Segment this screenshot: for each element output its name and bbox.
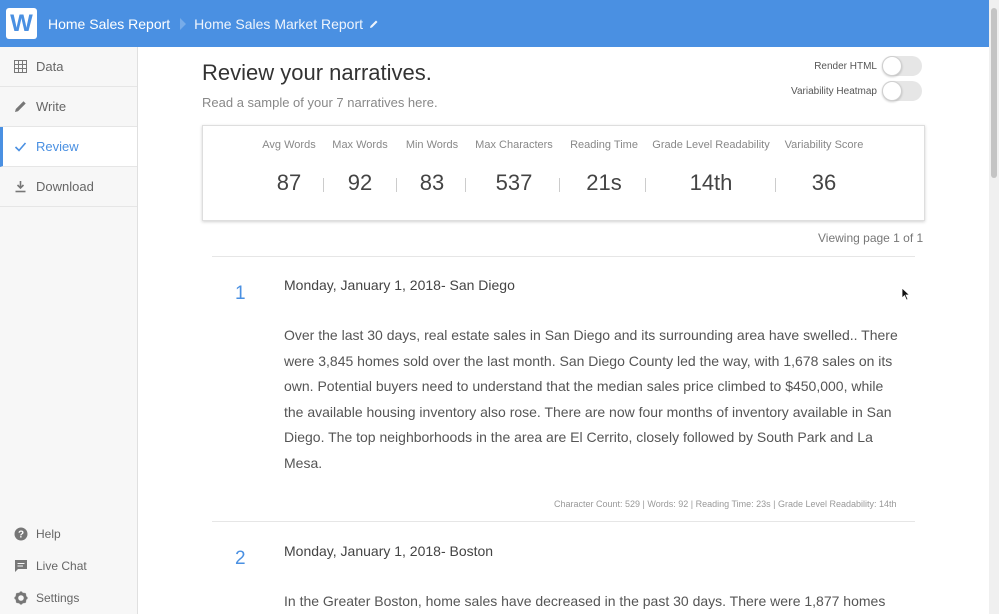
scrollbar-thumb[interactable] <box>991 8 997 178</box>
sidebar-item-data[interactable]: Data <box>0 47 137 87</box>
sidebar-item-review[interactable]: Review <box>0 127 137 167</box>
chat-icon <box>14 559 28 573</box>
narrative-title: Monday, January 1, 2018- Boston <box>284 543 494 559</box>
sidebar-item-label: Download <box>36 179 94 194</box>
sidebar-item-download[interactable]: Download <box>0 167 137 207</box>
grid-icon <box>13 60 27 74</box>
sidebar-item-label: Settings <box>36 591 80 605</box>
sidebar-bottom: ? Help Live Chat Settings <box>0 518 137 614</box>
render-html-label: Render HTML <box>814 60 877 72</box>
divider <box>212 521 915 522</box>
toggle-knob <box>882 56 902 76</box>
sidebar-item-write[interactable]: Write <box>0 87 137 127</box>
download-icon <box>13 180 27 194</box>
divider <box>212 256 915 257</box>
gear-icon <box>14 591 28 605</box>
narrative-number: 2 <box>235 548 246 569</box>
narrative-body: In the Greater Boston, home sales have d… <box>284 593 886 609</box>
narrative-body: Over the last 30 days, real estate sales… <box>284 327 898 471</box>
svg-text:?: ? <box>18 530 24 541</box>
page-title: Review your narratives. <box>202 60 432 85</box>
render-html-toggle-row: Render HTML <box>814 56 922 76</box>
sidebar-item-label: Review <box>36 139 79 154</box>
stats-card: Avg Words 87 Max Words 92 Min Words 83 M… <box>202 125 925 221</box>
narrative-number: 1 <box>235 283 246 304</box>
page-subtitle: Read a sample of your 7 narratives here. <box>202 95 438 110</box>
page-scrollbar[interactable] <box>989 0 999 614</box>
stat-value: 36 <box>811 170 837 195</box>
breadcrumb-separator <box>180 17 187 30</box>
breadcrumb-document[interactable]: Home Sales Market Report <box>194 16 363 32</box>
sidebar-item-live-chat[interactable]: Live Chat <box>0 550 137 582</box>
sidebar-item-settings[interactable]: Settings <box>0 582 137 614</box>
stat-label: Variability Score <box>784 139 864 151</box>
app-logo[interactable]: W <box>6 8 37 39</box>
sidebar-item-label: Data <box>36 59 64 74</box>
toggle-knob <box>882 81 902 101</box>
sidebar-item-label: Live Chat <box>36 559 87 573</box>
edit-title-pencil-icon[interactable] <box>369 19 379 29</box>
help-icon: ? <box>14 527 28 541</box>
sidebar-item-help[interactable]: ? Help <box>0 518 137 550</box>
render-html-toggle[interactable] <box>882 56 922 76</box>
sidebar-item-label: Write <box>36 99 67 114</box>
top-bar: W Home Sales Report Home Sales Market Re… <box>0 0 989 47</box>
sidebar: Data Write Review Download ? Help Live C <box>0 47 138 614</box>
variability-heatmap-toggle-row: Variability Heatmap <box>791 81 922 101</box>
narrative-meta: Character Count: 529 | Words: 92 | Readi… <box>554 499 897 509</box>
pencil-icon <box>13 100 27 114</box>
sidebar-item-label: Help <box>36 527 61 541</box>
variability-heatmap-toggle[interactable] <box>882 81 922 101</box>
check-icon <box>13 140 27 154</box>
mouse-cursor-icon <box>901 287 911 306</box>
narrative-title: Monday, January 1, 2018- San Diego <box>284 277 515 293</box>
variability-heatmap-label: Variability Heatmap <box>791 85 877 97</box>
breadcrumb-project[interactable]: Home Sales Report <box>48 16 170 32</box>
pagination-status: Viewing page 1 of 1 <box>818 231 924 245</box>
